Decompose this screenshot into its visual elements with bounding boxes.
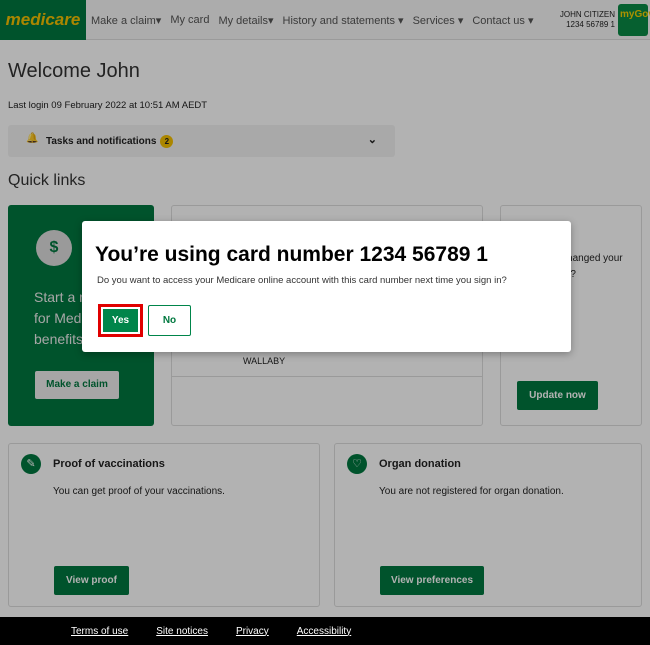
no-button[interactable]: No: [148, 305, 191, 336]
dialog-title: You’re using card number 1234 56789 1: [95, 243, 488, 266]
card-confirm-dialog: You’re using card number 1234 56789 1 Do…: [82, 221, 571, 352]
footer-privacy-link[interactable]: Privacy: [236, 626, 269, 637]
footer-terms-link[interactable]: Terms of use: [71, 626, 128, 637]
yes-button-highlight: Yes: [98, 304, 143, 337]
footer-accessibility-link[interactable]: Accessibility: [297, 626, 351, 637]
footer-site-notices-link[interactable]: Site notices: [156, 626, 208, 637]
dialog-text: Do you want to access your Medicare onli…: [97, 275, 507, 286]
footer: Terms of use Site notices Privacy Access…: [0, 617, 650, 645]
yes-button[interactable]: Yes: [103, 309, 138, 332]
